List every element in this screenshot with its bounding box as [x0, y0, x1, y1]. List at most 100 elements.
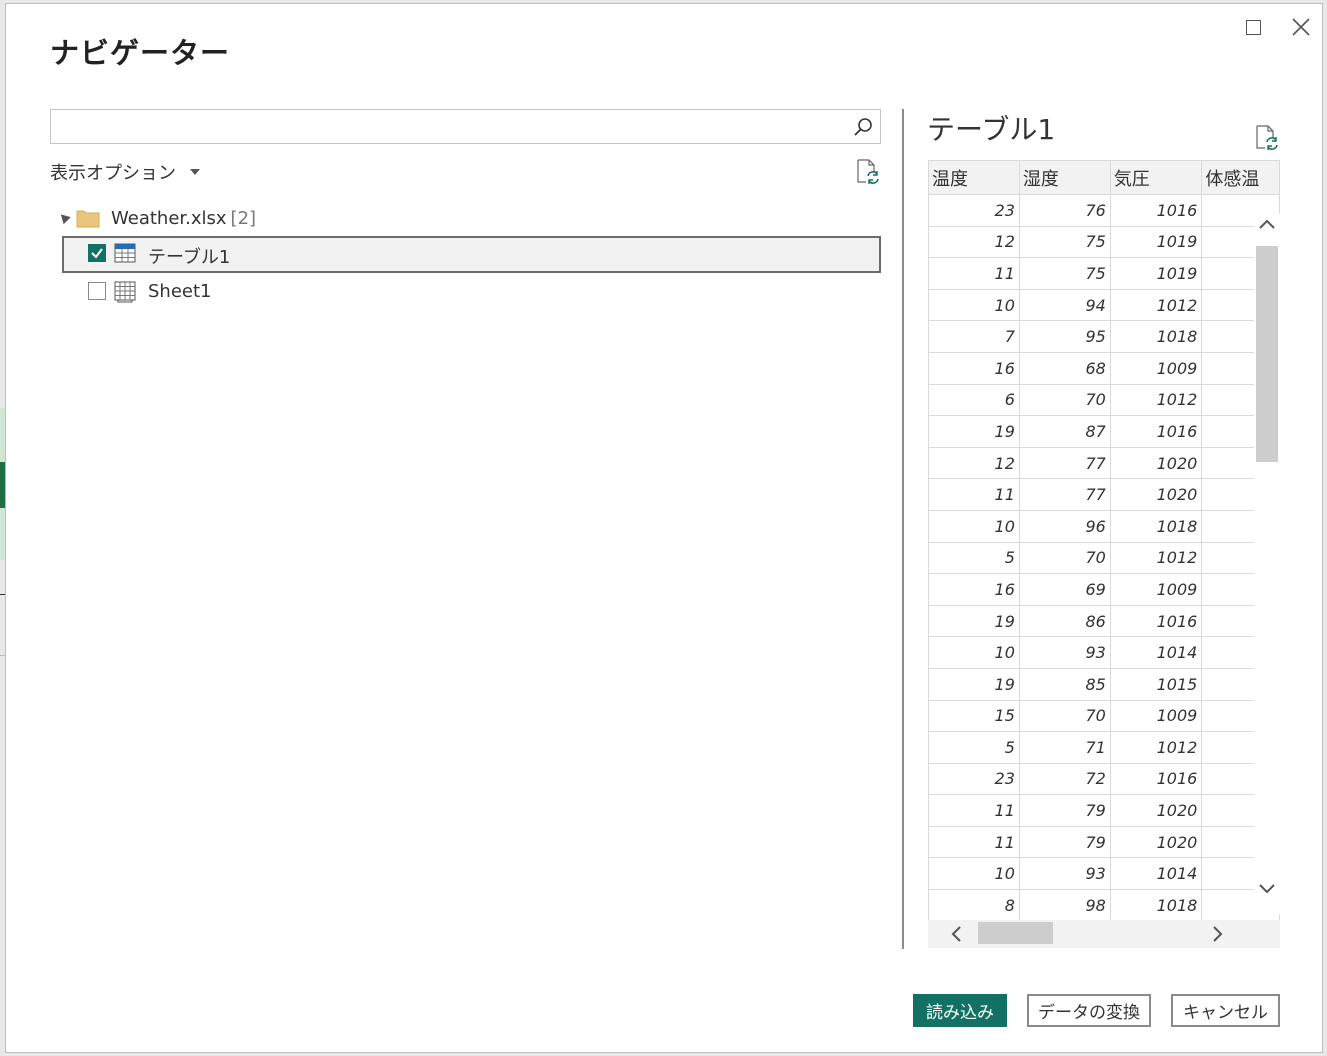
display-options-label: 表示オプション — [50, 163, 176, 184]
table-cell: 1009 — [1109, 351, 1203, 385]
table-cell: 1012 — [1109, 383, 1203, 417]
table-row: 12 75 1019 — [928, 225, 1280, 259]
table-cell: 8 — [928, 889, 1020, 922]
column-header[interactable]: 湿度 — [1018, 160, 1111, 195]
pane-divider[interactable] — [902, 109, 904, 949]
table-row: 6 70 1012 — [928, 383, 1280, 417]
column-header[interactable]: 温度 — [928, 160, 1020, 195]
table-cell: 1018 — [1109, 320, 1203, 353]
table1-checkbox[interactable] — [88, 244, 106, 262]
table-row: 11 79 1020 — [928, 825, 1280, 859]
table-cell: 76 — [1018, 194, 1111, 227]
horizontal-scrollbar[interactable] — [928, 920, 1280, 948]
table-cell: 12 — [928, 225, 1020, 259]
table-cell: 70 — [1018, 383, 1111, 417]
table-cell: 1018 — [1109, 509, 1203, 543]
close-button[interactable] — [1288, 14, 1314, 40]
navigator-tree: Weather.xlsx [2] テーブル1 Sheet1 — [50, 200, 881, 310]
table-cell: 79 — [1018, 825, 1111, 859]
expand-triangle-icon[interactable] — [57, 210, 71, 225]
table-cell: 1020 — [1109, 478, 1203, 511]
checkmark-icon — [91, 248, 103, 259]
preview-grid[interactable]: 温度 湿度 気圧 体感温 23 76 1016 12 75 1019 11 75 1019 10 94 10… — [928, 160, 1280, 948]
table-row: 19 87 1016 — [928, 415, 1280, 448]
table-cell: 75 — [1018, 225, 1111, 259]
table-cell: 69 — [1018, 573, 1111, 606]
vertical-scrollbar[interactable] — [1254, 214, 1280, 914]
table-cell: 16 — [928, 573, 1020, 606]
table-cell: 75 — [1018, 257, 1111, 290]
tree-item-table1[interactable]: テーブル1 — [62, 236, 881, 273]
table-cell: 11 — [928, 257, 1020, 290]
tree-item-label: テーブル1 — [148, 247, 231, 268]
table-cell: 5 — [928, 731, 1020, 764]
table-cell: 77 — [1018, 478, 1111, 511]
table-cell: 1012 — [1109, 288, 1203, 322]
load-button[interactable]: 読み込み — [913, 994, 1007, 1027]
table-cell: 12 — [928, 446, 1020, 480]
column-header[interactable]: 気圧 — [1109, 160, 1203, 195]
table-cell: 71 — [1018, 731, 1111, 764]
transform-data-button[interactable]: データの変換 — [1027, 994, 1151, 1027]
table-row: 11 77 1020 — [928, 478, 1280, 511]
table-row: 5 70 1012 — [928, 541, 1280, 575]
table-cell: 16 — [928, 351, 1020, 385]
scroll-up-icon[interactable] — [1257, 216, 1277, 232]
table-cell: 1016 — [1109, 762, 1203, 796]
cancel-button[interactable]: キャンセル — [1171, 994, 1280, 1027]
table-row: 7 95 1018 — [928, 320, 1280, 353]
close-icon — [1292, 18, 1310, 36]
table-row: 12 77 1020 — [928, 446, 1280, 480]
table-cell: 11 — [928, 478, 1020, 511]
tree-item-sheet1[interactable]: Sheet1 — [50, 273, 881, 310]
column-header[interactable]: 体感温 — [1201, 160, 1280, 195]
table-cell: 79 — [1018, 794, 1111, 827]
table-cell: 1016 — [1109, 604, 1203, 638]
table-cell: 1012 — [1109, 731, 1203, 764]
table-cell: 85 — [1018, 667, 1111, 701]
table-cell: 1014 — [1109, 857, 1203, 891]
refresh-file-icon[interactable] — [854, 158, 880, 184]
table-cell: 1015 — [1109, 667, 1203, 701]
table-cell: 68 — [1018, 351, 1111, 385]
table-cell: 10 — [928, 857, 1020, 891]
refresh-file-icon[interactable] — [1253, 124, 1279, 150]
table-cell: 1020 — [1109, 794, 1203, 827]
table-row: 8 98 1018 — [928, 889, 1280, 922]
display-options-dropdown[interactable]: 表示オプション — [50, 159, 200, 185]
tree-root-label: Weather.xlsx — [111, 208, 227, 229]
table-cell: 23 — [928, 194, 1020, 227]
navigator-dialog: ナビゲーター 表示オプション Weather.xlsx [2] テーブル1 Sh… — [5, 3, 1323, 1053]
sheet1-checkbox[interactable] — [88, 282, 106, 300]
vertical-scroll-thumb[interactable] — [1256, 246, 1278, 462]
table-cell: 1014 — [1109, 636, 1203, 669]
tree-root-count: [2] — [230, 208, 257, 229]
scroll-left-icon[interactable] — [948, 924, 964, 944]
table-cell: 11 — [928, 825, 1020, 859]
maximize-icon — [1245, 19, 1261, 35]
table-cell: 1020 — [1109, 446, 1203, 480]
table-cell: 10 — [928, 288, 1020, 322]
horizontal-scroll-thumb[interactable] — [978, 922, 1053, 944]
maximize-button[interactable] — [1240, 14, 1266, 40]
table-cell: 19 — [928, 604, 1020, 638]
table-cell: 77 — [1018, 446, 1111, 480]
table-row: 10 93 1014 — [928, 857, 1280, 891]
dialog-title: ナビゲーター — [50, 36, 231, 70]
table-cell: 72 — [1018, 762, 1111, 796]
table-cell: 7 — [928, 320, 1020, 353]
search-icon[interactable] — [852, 116, 874, 138]
scroll-down-icon[interactable] — [1257, 881, 1277, 897]
table-row: 19 85 1015 — [928, 667, 1280, 701]
table-row: 10 94 1012 — [928, 288, 1280, 322]
scroll-right-icon[interactable] — [1210, 924, 1226, 944]
tree-root-weather-xlsx[interactable]: Weather.xlsx [2] — [50, 200, 881, 236]
search-input[interactable] — [51, 110, 841, 143]
tree-item-label: Sheet1 — [148, 281, 212, 302]
table-row: 5 71 1012 — [928, 731, 1280, 764]
table-icon — [114, 243, 136, 263]
preview-title: テーブル1 — [927, 113, 1056, 146]
table-cell: 1019 — [1109, 257, 1203, 290]
table-cell: 10 — [928, 636, 1020, 669]
table-cell: 1019 — [1109, 225, 1203, 259]
